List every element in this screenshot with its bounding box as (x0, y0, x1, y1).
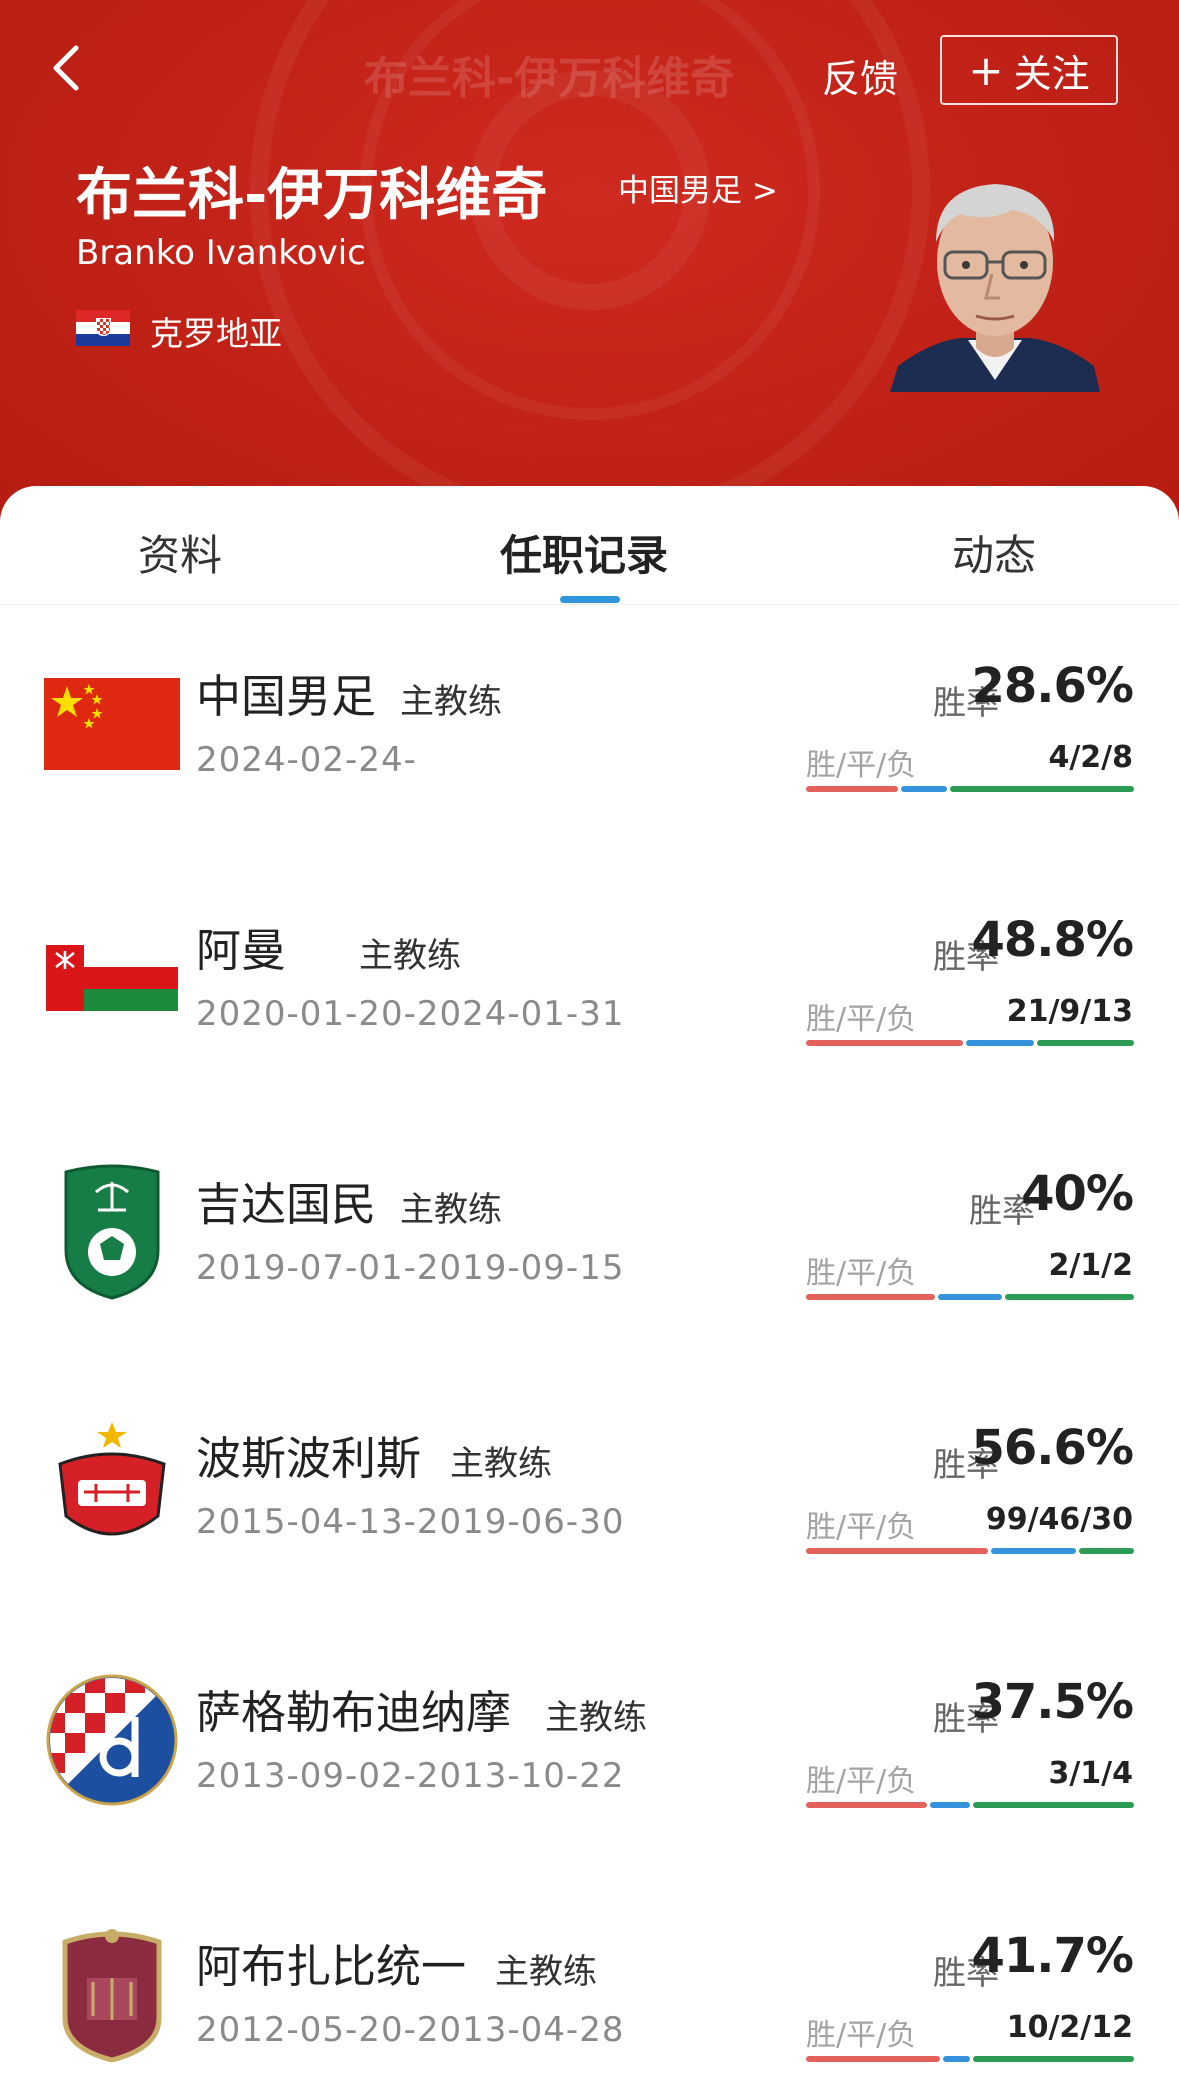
al-wahda-crest-icon (44, 1926, 180, 2062)
china-flag-icon (44, 656, 180, 792)
team-name: 萨格勒布迪纳摩 (196, 1686, 512, 1739)
wdl-label: 胜/平/负 (806, 748, 917, 783)
wdl-value: 10/2/12 (1006, 2010, 1133, 2045)
team-name: 中国男足 (196, 670, 377, 723)
wdl-bar (806, 786, 1134, 792)
role-label: 主教练 (495, 1952, 597, 1992)
win-rate-value: 40% (1021, 1166, 1134, 1222)
tenure-dates: 2012-05-20-2013-04-28 (196, 2010, 625, 2050)
team-name: 阿布扎比统一 (196, 1940, 467, 1993)
draws-segment (991, 1548, 1076, 1554)
croatia-flag-icon (76, 310, 130, 346)
team-name: 吉达国民 (196, 1178, 377, 1231)
losses-segment (950, 786, 1134, 792)
wdl-bar (806, 1294, 1134, 1300)
coach-name-cn: 布兰科-伊万科维奇 (76, 163, 548, 228)
wdl-value: 3/1/4 (1048, 1756, 1133, 1791)
tenure-dates: 2024-02-24- (196, 740, 417, 780)
role-label: 主教练 (545, 1698, 647, 1738)
draws-segment (966, 1040, 1034, 1046)
wdl-value: 99/46/30 (985, 1502, 1133, 1537)
tab-divider (0, 604, 1179, 605)
career-card: 资料 任职记录 动态 中国男足 主教练 2024-02-24- 胜率 28.6%… (0, 486, 1179, 2097)
career-row[interactable]: 中国男足 主教练 2024-02-24- 胜率 28.6% 胜/平/负 4/2/… (0, 636, 1179, 890)
draws-segment (937, 1294, 1003, 1300)
wdl-bar (806, 2056, 1134, 2062)
tenure-dates: 2020-01-20-2024-01-31 (196, 994, 625, 1034)
team-name: 波斯波利斯 (196, 1432, 422, 1485)
tab-info[interactable]: 资料 (138, 522, 222, 583)
wdl-value: 4/2/8 (1048, 740, 1133, 775)
wdl-bar (806, 1548, 1134, 1554)
dinamo-zagreb-crest-icon (44, 1672, 180, 1808)
losses-segment (1036, 1040, 1134, 1046)
nationality: 克罗地亚 (150, 314, 282, 353)
wdl-bar (806, 1040, 1134, 1046)
career-row[interactable]: 阿布扎比统一 主教练 2012-05-20-2013-04-28 胜率 41.7… (0, 1906, 1179, 2097)
draws-segment (901, 786, 947, 792)
follow-label: 关注 (1013, 51, 1090, 96)
al-ahli-crest-icon (44, 1164, 180, 1300)
back-button[interactable] (36, 36, 100, 100)
follow-button[interactable]: + 关注 (940, 35, 1118, 105)
wdl-bar (806, 1802, 1134, 1808)
draws-segment (943, 2056, 970, 2062)
career-row[interactable]: 波斯波利斯 主教练 2015-04-13-2019-06-30 胜率 56.6%… (0, 1398, 1179, 1652)
role-label: 主教练 (400, 1190, 502, 1230)
wins-segment (806, 1802, 927, 1808)
wins-segment (806, 1040, 964, 1046)
active-tab-indicator (560, 596, 620, 603)
career-row[interactable]: 萨格勒布迪纳摩 主教练 2013-09-02-2013-10-22 胜率 37.… (0, 1652, 1179, 1906)
role-label: 主教练 (450, 1444, 552, 1484)
win-rate-value: 28.6% (971, 658, 1134, 714)
win-rate-value: 48.8% (971, 912, 1134, 968)
wdl-label: 胜/平/负 (806, 1764, 917, 1799)
losses-segment (1005, 1294, 1134, 1300)
role-label: 主教练 (359, 936, 461, 976)
tenure-dates: 2019-07-01-2019-09-15 (196, 1248, 625, 1288)
win-rate-value: 56.6% (971, 1420, 1134, 1476)
career-row[interactable]: 吉达国民 主教练 2019-07-01-2019-09-15 胜率 40% 胜/… (0, 1144, 1179, 1398)
coach-avatar (890, 184, 1100, 392)
tenure-dates: 2013-09-02-2013-10-22 (196, 1756, 625, 1796)
oman-flag-icon (44, 910, 180, 1046)
profile-header: 布兰科-伊万科维奇 反馈 + 关注 布兰科-伊万科维奇 中国男足 > Brank… (0, 0, 1179, 520)
wins-segment (806, 1294, 935, 1300)
wins-segment (806, 786, 898, 792)
wins-segment (806, 2056, 941, 2062)
back-arrow-icon (53, 45, 79, 91)
losses-segment (1078, 1548, 1134, 1554)
win-rate-value: 41.7% (971, 1928, 1134, 1984)
tab-career-record[interactable]: 任职记录 (500, 522, 668, 583)
losses-segment (972, 2056, 1134, 2062)
draws-segment (929, 1802, 970, 1808)
plus-icon: + (968, 45, 1004, 95)
wdl-value: 2/1/2 (1048, 1248, 1133, 1283)
career-row[interactable]: 阿曼 主教练 2020-01-20-2024-01-31 胜率 48.8% 胜/… (0, 890, 1179, 1144)
win-rate-value: 37.5% (971, 1674, 1134, 1730)
feedback-link[interactable]: 反馈 (822, 48, 898, 103)
wdl-label: 胜/平/负 (806, 2018, 917, 2053)
team-name: 阿曼 (196, 924, 287, 977)
persepolis-crest-icon (44, 1418, 180, 1554)
nav-faded-title: 布兰科-伊万科维奇 (364, 53, 735, 104)
wdl-label: 胜/平/负 (806, 1002, 917, 1037)
wdl-label: 胜/平/负 (806, 1256, 917, 1291)
role-label: 主教练 (400, 682, 502, 722)
wdl-label: 胜/平/负 (806, 1510, 917, 1545)
coach-name-en: Branko Ivankovic (76, 233, 366, 273)
tab-news[interactable]: 动态 (952, 522, 1036, 583)
wdl-value: 21/9/13 (1006, 994, 1133, 1029)
losses-segment (973, 1802, 1134, 1808)
current-team-link[interactable]: 中国男足 > (618, 165, 778, 210)
wins-segment (806, 1548, 989, 1554)
tenure-dates: 2015-04-13-2019-06-30 (196, 1502, 625, 1542)
